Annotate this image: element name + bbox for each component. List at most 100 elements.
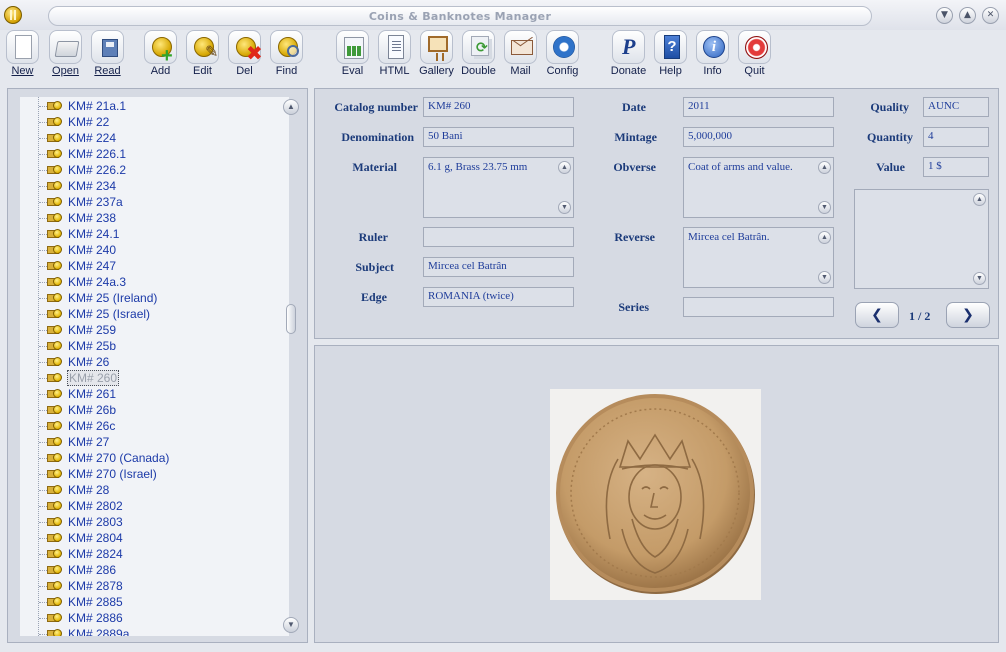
eval-button[interactable]: Eval (332, 28, 373, 80)
tree-item[interactable]: KM# 226.1 (20, 146, 289, 162)
coin-folder-icon (46, 437, 62, 447)
coin-photo[interactable] (550, 389, 761, 600)
notes-field[interactable]: ▲ ▼ (854, 189, 989, 289)
config-button[interactable]: Config (542, 28, 583, 80)
scroll-down-icon[interactable]: ▼ (283, 617, 299, 633)
tree-item[interactable]: KM# 226.2 (20, 162, 289, 178)
tree-item[interactable]: KM# 26 (20, 354, 289, 370)
find-button[interactable]: Find (266, 28, 307, 80)
notes-scroll-down-icon[interactable]: ▼ (973, 272, 986, 285)
maximize-button[interactable]: ▲ (959, 7, 976, 24)
material-field[interactable]: 6.1 g, Brass 23.75 mm ▲ ▼ (423, 157, 574, 218)
tree-item-label: KM# 261 (68, 387, 117, 401)
minimize-button[interactable]: ▼ (936, 7, 953, 24)
tree-item[interactable]: KM# 26b (20, 402, 289, 418)
coin-folder-icon (46, 533, 62, 543)
edge-field[interactable]: ROMANIA (twice) (423, 287, 574, 307)
tree-item[interactable]: KM# 21a.1 (20, 98, 289, 114)
catalog-number-field[interactable]: KM# 260 (423, 97, 574, 117)
tree-item[interactable]: KM# 270 (Canada) (20, 450, 289, 466)
material-scroll-down-icon[interactable]: ▼ (558, 201, 571, 214)
coin-folder-icon (46, 565, 62, 575)
tree-item[interactable]: KM# 2804 (20, 530, 289, 546)
scroll-thumb[interactable] (286, 304, 296, 334)
edit-button[interactable]: ✎ Edit (182, 28, 223, 80)
reverse-field[interactable]: Mircea cel Batrân. ▲ ▼ (683, 227, 834, 288)
donate-button[interactable]: P Donate (608, 28, 649, 80)
reverse-scroll-up-icon[interactable]: ▲ (818, 231, 831, 244)
tree-scrollbar[interactable]: ▲ ▼ (283, 97, 299, 636)
gallery-easel-icon (420, 30, 453, 64)
tree-item[interactable]: KM# 24.1 (20, 226, 289, 242)
tree-item[interactable]: KM# 261 (20, 386, 289, 402)
tree-item-label: KM# 2804 (68, 531, 123, 545)
tree-item[interactable]: KM# 24a.3 (20, 274, 289, 290)
reverse-scroll-down-icon[interactable]: ▼ (818, 271, 831, 284)
material-scroll-up-icon[interactable]: ▲ (558, 161, 571, 174)
tree-item[interactable]: KM# 247 (20, 258, 289, 274)
read-button[interactable]: Read (87, 28, 128, 80)
tree-item[interactable]: KM# 2803 (20, 514, 289, 530)
obverse-field[interactable]: Coat of arms and value. ▲ ▼ (683, 157, 834, 218)
denomination-field[interactable]: 50 Bani (423, 127, 574, 147)
add-button[interactable]: + Add (140, 28, 181, 80)
subject-label: Subject (355, 260, 394, 274)
obverse-scroll-up-icon[interactable]: ▲ (818, 161, 831, 174)
tree-item[interactable]: KM# 2878 (20, 578, 289, 594)
help-button[interactable]: ? Help (650, 28, 691, 80)
info-button[interactable]: i Info (692, 28, 733, 80)
catalog-number-label: Catalog number (334, 100, 418, 114)
tree-item[interactable]: KM# 2824 (20, 546, 289, 562)
coin-folder-icon (46, 469, 62, 479)
next-page-button[interactable]: ❯ (946, 302, 990, 328)
tree-item[interactable]: KM# 286 (20, 562, 289, 578)
tree-item[interactable]: KM# 259 (20, 322, 289, 338)
coin-image-panel (314, 345, 999, 643)
tree-item[interactable]: KM# 240 (20, 242, 289, 258)
tree-item-label: KM# 234 (68, 179, 117, 193)
html-button[interactable]: HTML (374, 28, 415, 80)
tree-item[interactable]: KM# 260 (20, 370, 289, 386)
obverse-label: Obverse (613, 160, 656, 174)
prev-page-button[interactable]: ❮ (855, 302, 899, 328)
quantity-field[interactable]: 4 (923, 127, 989, 147)
tree-item[interactable]: KM# 2802 (20, 498, 289, 514)
tree-item[interactable]: KM# 2889a (20, 626, 289, 636)
mail-button[interactable]: Mail (500, 28, 541, 80)
double-button[interactable]: ⟳ Double (458, 28, 499, 80)
close-button[interactable]: ✕ (982, 7, 999, 24)
date-field[interactable]: 2011 (683, 97, 834, 117)
tree-item[interactable]: KM# 25 (Israel) (20, 306, 289, 322)
open-button[interactable]: Open (45, 28, 86, 80)
value-field[interactable]: 1 $ (923, 157, 989, 177)
tree-item[interactable]: KM# 237a (20, 194, 289, 210)
tree-item[interactable]: KM# 26c (20, 418, 289, 434)
tree-item[interactable]: KM# 25 (Ireland) (20, 290, 289, 306)
tree-item[interactable]: KM# 234 (20, 178, 289, 194)
tree-item[interactable]: KM# 238 (20, 210, 289, 226)
del-button[interactable]: ✖ Del (224, 28, 265, 80)
quit-button[interactable]: Quit (734, 28, 775, 80)
gallery-button[interactable]: Gallery (416, 28, 457, 80)
notes-scroll-up-icon[interactable]: ▲ (973, 193, 986, 206)
tree-item[interactable]: KM# 22 (20, 114, 289, 130)
tree-item[interactable]: KM# 28 (20, 482, 289, 498)
ruler-field[interactable] (423, 227, 574, 247)
tree-item-label: KM# 270 (Canada) (68, 451, 170, 465)
series-field[interactable] (683, 297, 834, 317)
catalog-tree[interactable]: KM# 21a.1 KM# 22 KM# 224 KM# 226.1 KM# 226.2… (20, 97, 289, 636)
tree-item[interactable]: KM# 25b (20, 338, 289, 354)
obverse-scroll-down-icon[interactable]: ▼ (818, 201, 831, 214)
mintage-field[interactable]: 5,000,000 (683, 127, 834, 147)
tree-item[interactable]: KM# 2886 (20, 610, 289, 626)
quality-field[interactable]: AUNC (923, 97, 989, 117)
tree-item[interactable]: KM# 27 (20, 434, 289, 450)
tree-item-label: KM# 24.1 (68, 227, 120, 241)
new-button[interactable]: New (2, 28, 43, 80)
subject-field[interactable]: Mircea cel Batrân (423, 257, 574, 277)
tree-item[interactable]: KM# 270 (Israel) (20, 466, 289, 482)
app-coin-icon[interactable] (4, 6, 22, 24)
scroll-up-icon[interactable]: ▲ (283, 99, 299, 115)
tree-item[interactable]: KM# 224 (20, 130, 289, 146)
tree-item[interactable]: KM# 2885 (20, 594, 289, 610)
